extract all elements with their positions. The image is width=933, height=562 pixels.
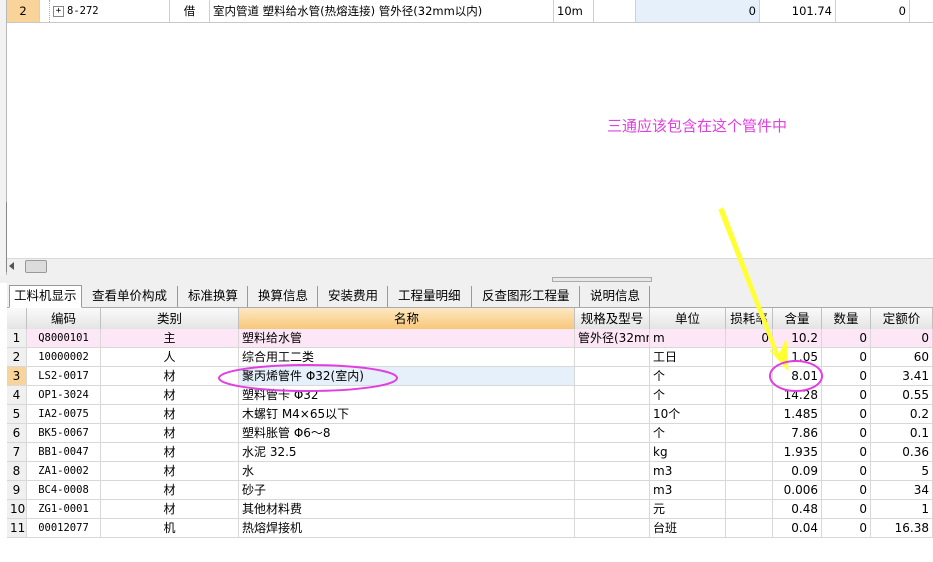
yellow-arrow (718, 207, 789, 372)
content-highlight-ellipse (769, 360, 823, 392)
annotation-overlay (218, 207, 823, 392)
name-highlight-ellipse (218, 364, 398, 392)
